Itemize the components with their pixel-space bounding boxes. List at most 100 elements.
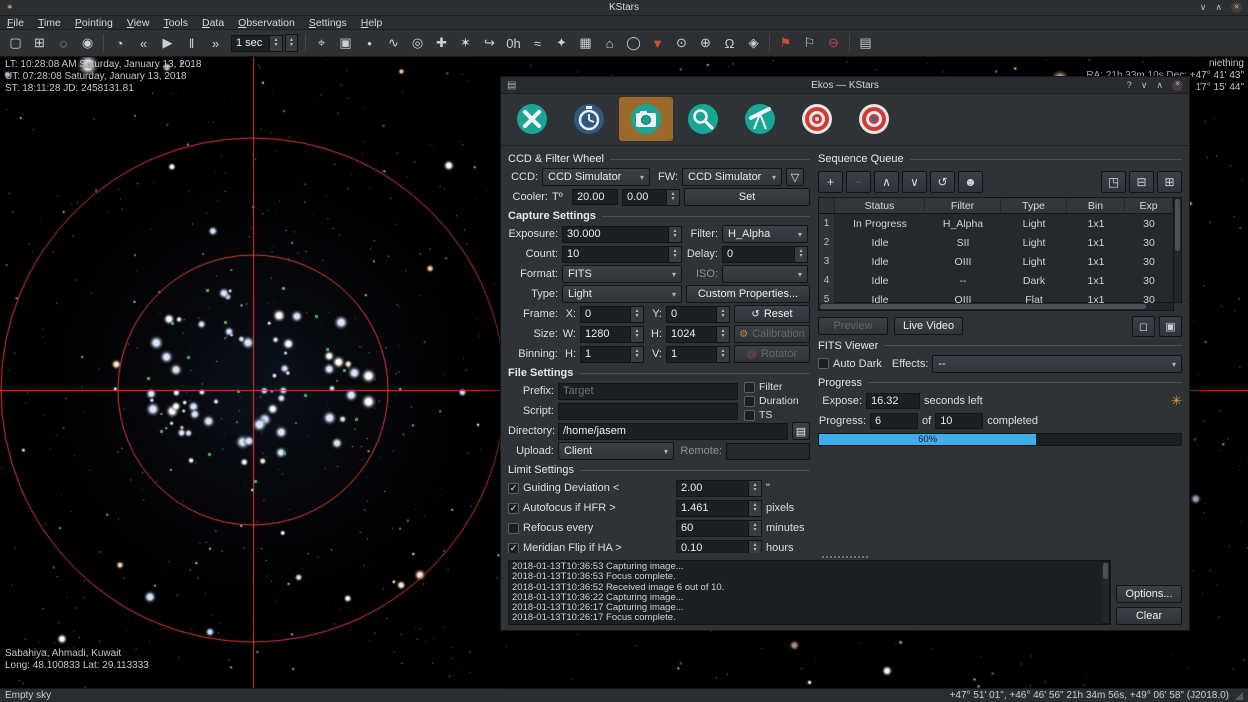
add-flag-icon[interactable]: ⚑ (774, 32, 797, 54)
observatory-icon[interactable]: ⌂ (598, 32, 621, 54)
menu-item[interactable]: Settings (302, 17, 354, 29)
move-job-up-button[interactable]: ∧ (874, 171, 899, 193)
crosshair-add-icon[interactable]: ✚ (430, 32, 453, 54)
sequence-horizontal-scrollbar[interactable] (818, 303, 1174, 311)
select-region-icon[interactable]: ▢ (4, 32, 27, 54)
status-column-header[interactable]: Status (835, 198, 925, 213)
sequence-job-row[interactable]: 1 In Progress H_Alpha Light 1x1 30 (819, 214, 1173, 233)
limit-value-input[interactable]: 0.10 (676, 540, 762, 554)
filter-settings-button[interactable]: ▽ (786, 168, 804, 186)
horizon-icon[interactable]: ◯ (622, 32, 645, 54)
save-sequence-button[interactable]: ⊟ (1129, 171, 1154, 193)
spin-buttons-icon[interactable] (716, 347, 729, 362)
remove-job-button[interactable]: − (846, 171, 871, 193)
delay-input[interactable]: 0 (722, 246, 808, 263)
custom-properties-button[interactable]: Custom Properties... (686, 285, 810, 303)
coordinate-grid-icon[interactable]: ▦ (574, 32, 597, 54)
spin-buttons-icon[interactable] (269, 36, 282, 51)
help-button[interactable]: ? (1127, 80, 1132, 91)
time-step-spinbox[interactable]: 1 sec (231, 34, 298, 52)
limit-checkbox[interactable] (508, 523, 519, 534)
limit-checkbox[interactable] (508, 503, 519, 514)
checkbox[interactable] (744, 382, 755, 393)
directory-input[interactable] (558, 423, 788, 440)
reset-frame-button[interactable]: ↺Reset (734, 305, 810, 323)
open-sequence-button[interactable]: ◳ (1101, 171, 1126, 193)
setup-tab[interactable] (505, 97, 559, 141)
hips-overlay-icon[interactable]: ◈ (742, 32, 765, 54)
fits-view-button[interactable]: ▣ (1159, 316, 1182, 337)
hour-angle-icon[interactable]: 0h (502, 32, 525, 54)
comets-icon[interactable]: ✦ (550, 32, 573, 54)
ekos-titlebar[interactable]: ▤ Ekos — KStars ?∨∧✕ (501, 77, 1189, 94)
sky-image-icon[interactable]: ▣ (334, 32, 357, 54)
menu-item[interactable]: Observation (231, 17, 302, 29)
checkbox[interactable] (744, 410, 755, 421)
type-column-header[interactable]: Type (1001, 198, 1067, 213)
remove-object-icon[interactable]: ⊖ (822, 32, 845, 54)
spin-buttons-icon[interactable] (666, 190, 679, 205)
zoom-box-icon[interactable]: ⊞ (28, 32, 51, 54)
filter-wheel-select[interactable]: CCD Simulator (682, 168, 782, 186)
browse-directory-button[interactable]: ▤ (792, 422, 810, 440)
constellation-lines-icon[interactable]: ∿ (382, 32, 405, 54)
live-video-button[interactable]: Live Video (894, 317, 963, 335)
sequence-table[interactable]: Status Filter Type Bin Exp 1 In Progress… (818, 197, 1174, 303)
resize-grip[interactable] (1235, 692, 1243, 700)
milky-way-icon[interactable]: ≈ (526, 32, 549, 54)
spin-buttons-icon[interactable] (748, 501, 761, 516)
capture-tab[interactable] (619, 97, 673, 141)
find-object-icon[interactable]: ◌ (52, 32, 75, 54)
time-step-unit-stepper[interactable] (285, 34, 298, 52)
limit-checkbox[interactable] (508, 483, 519, 494)
kstars-titlebar[interactable]: ✶ KStars ∨∧✕ (0, 0, 1248, 16)
menu-item[interactable]: Time (31, 17, 68, 29)
bin-h-input[interactable]: 1 (580, 346, 644, 363)
reset-jobs-button[interactable]: ↺ (930, 171, 955, 193)
spin-buttons-icon[interactable] (668, 227, 681, 242)
limit-value-input[interactable]: 1.461 (676, 500, 762, 517)
mount-tab[interactable] (733, 97, 787, 141)
add-job-button[interactable]: + (818, 171, 843, 193)
menu-item[interactable]: Pointing (68, 17, 120, 29)
time-calendar-icon[interactable]: ◔ (108, 32, 131, 54)
filter-funnel-icon[interactable]: ▼ (646, 32, 669, 54)
frame-width-input[interactable]: 1280 (580, 326, 644, 343)
shade-window-button[interactable]: ∨ (1200, 2, 1207, 13)
time-pause-icon[interactable]: ‖ (180, 32, 203, 54)
count-input[interactable]: 10 (562, 246, 682, 263)
clear-log-button[interactable]: Clear (1116, 607, 1182, 625)
temperature-setpoint-input[interactable]: 0.00 (622, 189, 680, 206)
spin-buttons-icon[interactable] (630, 347, 643, 362)
move-job-down-button[interactable]: ∨ (902, 171, 927, 193)
filename-option[interactable]: TS (744, 409, 810, 421)
observer-button[interactable]: ☻ (958, 171, 983, 193)
script-input[interactable] (558, 403, 738, 420)
spin-buttons-icon[interactable] (630, 327, 643, 342)
bin-v-input[interactable]: 1 (666, 346, 730, 363)
stars-toggle-icon[interactable]: • (358, 32, 381, 54)
ecliptic-icon[interactable]: ⊕ (694, 32, 717, 54)
supernovae-icon[interactable]: ✶ (454, 32, 477, 54)
menu-item[interactable]: View (120, 17, 157, 29)
prefix-input[interactable] (558, 383, 738, 400)
list-flags-icon[interactable]: ⚐ (798, 32, 821, 54)
spin-buttons-icon[interactable] (794, 247, 807, 262)
filter-column-header[interactable]: Filter (925, 198, 1001, 213)
bin-column-header[interactable]: Bin (1067, 198, 1125, 213)
spin-buttons-icon[interactable] (748, 521, 761, 536)
maximize-window-button[interactable]: ∧ (1215, 2, 1222, 13)
guide-tab[interactable] (847, 97, 901, 141)
menu-item[interactable]: Help (354, 17, 390, 29)
options-button[interactable]: Options... (1116, 585, 1182, 603)
exposure-input[interactable]: 30.000 (562, 226, 682, 243)
close-button[interactable]: ✕ (1172, 80, 1183, 91)
limit-checkbox[interactable] (508, 543, 519, 554)
focus-tab[interactable] (676, 97, 730, 141)
exp-column-header[interactable]: Exp (1125, 198, 1173, 213)
filename-option[interactable]: Duration (744, 395, 810, 407)
checkbox[interactable] (744, 396, 755, 407)
internet-data-icon[interactable]: ◉ (76, 32, 99, 54)
sequence-job-row[interactable]: 3 Idle OIII Light 1x1 30 (819, 252, 1173, 271)
effects-select[interactable]: -- (932, 355, 1182, 373)
